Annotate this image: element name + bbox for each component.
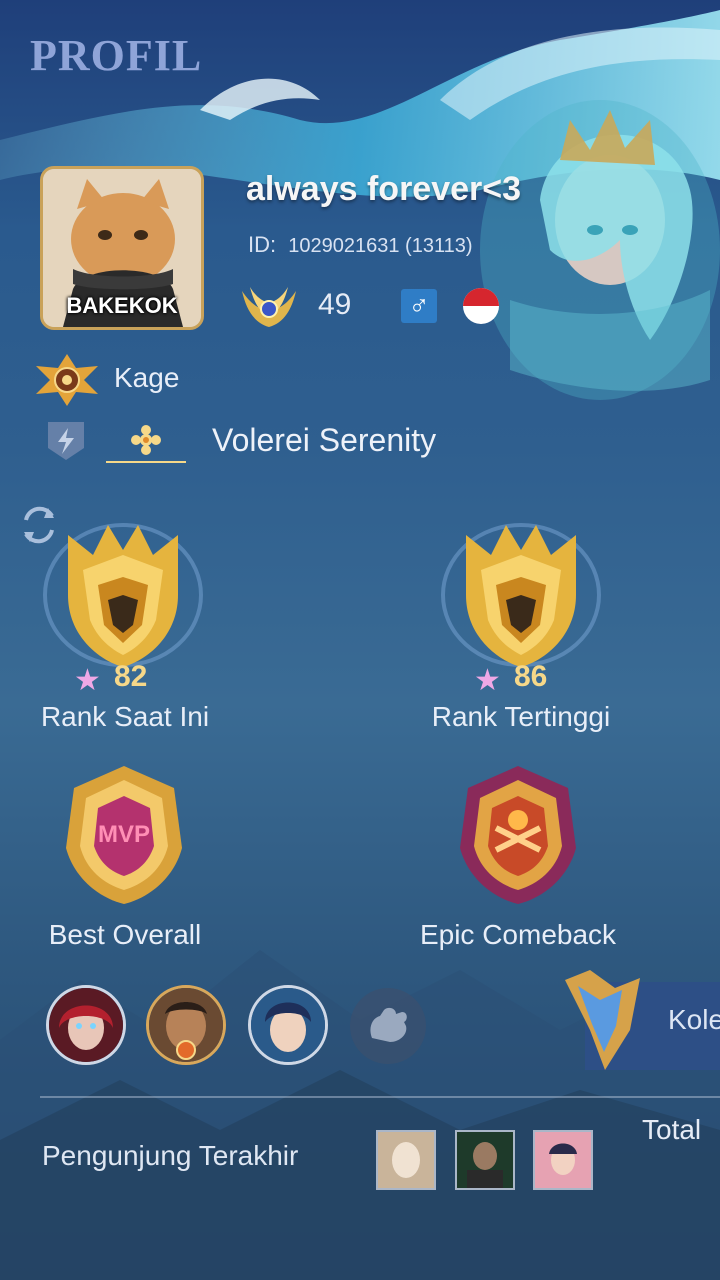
id-value: 1029021631 (13113) [288, 235, 473, 257]
visitor-portrait [378, 1132, 434, 1188]
hero-avatar[interactable] [248, 985, 328, 1065]
visitor-avatar[interactable] [455, 1130, 515, 1190]
hero-avatar[interactable] [46, 985, 126, 1065]
level-badge-icon [242, 287, 296, 327]
skin-name: Volerei Serenity [212, 422, 437, 458]
page-title: PROFIL [30, 31, 203, 80]
epic-comeback-medal-icon[interactable] [448, 758, 588, 908]
visitor-portrait [457, 1132, 513, 1188]
total-label: Total [642, 1114, 702, 1145]
username: always forever<3 [246, 170, 522, 208]
hero-splash-art [480, 100, 720, 400]
player-level: 49 [318, 288, 352, 321]
divider [40, 1096, 720, 1098]
star-icon: ★ [74, 664, 101, 697]
current-rank-label: Rank Saat Ini [40, 701, 210, 732]
visitor-portrait [535, 1132, 591, 1188]
mythic-rank-emblem-icon[interactable] [38, 515, 208, 675]
svg-text:MVP: MVP [98, 821, 150, 848]
hero-portrait [149, 988, 223, 1062]
recent-visitors-label: Pengunjung Terakhir [42, 1140, 299, 1171]
highest-rank-label: Rank Tertinggi [431, 701, 611, 732]
hero-avatar[interactable] [146, 985, 226, 1065]
visitor-avatar[interactable] [533, 1130, 593, 1190]
mythic-rank-emblem-icon[interactable] [436, 515, 606, 675]
skin-badge-icon [106, 425, 186, 463]
best-overall-label: Best Overall [48, 919, 202, 950]
visitor-avatar[interactable] [376, 1130, 436, 1190]
male-icon: ♂ [401, 289, 437, 323]
id-label: ID: [248, 232, 277, 257]
hero-portrait [251, 988, 325, 1062]
collection-label: Kolek [668, 1004, 720, 1035]
hand-glyph [370, 1007, 407, 1042]
best-overall-medal-icon[interactable]: MVP [54, 758, 194, 908]
epic-comeback-label: Epic Comeback [419, 919, 617, 950]
kage-title-badge-icon [36, 354, 98, 406]
player-title: Kage [114, 362, 180, 393]
hero-portrait [49, 988, 123, 1062]
squad-icon[interactable] [44, 418, 88, 462]
profile-avatar[interactable]: BAKEKOK [40, 166, 204, 330]
avatar-label: BAKEKOK [66, 293, 178, 318]
star-icon: ★ [474, 664, 501, 697]
player-id-row[interactable]: ID: 1029021631 (13113) [248, 232, 473, 258]
highest-rank-stars: 86 [514, 660, 548, 693]
current-rank-stars: 82 [114, 660, 148, 693]
hand-icon[interactable] [350, 988, 426, 1064]
indonesia-flag-icon [463, 288, 499, 324]
